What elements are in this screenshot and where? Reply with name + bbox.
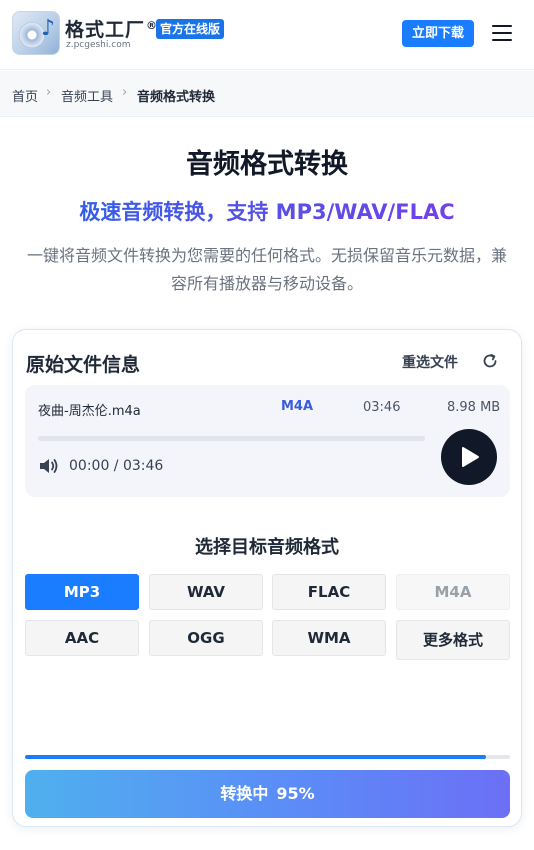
format-option-1[interactable]: WAV <box>149 574 263 610</box>
target-format-heading: 选择目标音频格式 <box>195 537 339 558</box>
seek-bar[interactable] <box>38 436 425 441</box>
refresh-icon[interactable] <box>481 352 499 370</box>
page-subtitle: 极速音频转换，支持 MP3/WAV/FLAC <box>0 196 534 226</box>
format-option-7[interactable]: 更多格式 <box>396 620 510 660</box>
format-option-2[interactable]: FLAC <box>272 574 386 610</box>
format-option-0[interactable]: MP3 <box>25 574 139 610</box>
brand-url: z.pcgeshi.com <box>66 40 131 50</box>
conversion-progress-bar <box>25 755 510 759</box>
chevron-right-icon: › <box>46 85 52 100</box>
official-badge: 官方在线版 <box>156 19 225 39</box>
brand-name[interactable]: 格式工厂® <box>65 15 158 42</box>
breadcrumb: 首页 › 音频工具 › 音频格式转换 <box>0 71 534 117</box>
converter-card: 原始文件信息 重选文件 夜曲-周杰伦.m4a M4A 03:46 8.98 MB… <box>12 329 522 827</box>
conversion-progress-fill <box>25 755 486 759</box>
breadcrumb-home[interactable]: 首页 <box>12 86 38 105</box>
format-option-5[interactable]: OGG <box>149 620 263 656</box>
reselect-file-button[interactable]: 重选文件 <box>402 352 458 372</box>
source-file-title: 原始文件信息 <box>26 354 141 376</box>
playback-time: 00:00 / 03:46 <box>69 458 164 474</box>
breadcrumb-audio-tools[interactable]: 音频工具 <box>61 86 113 105</box>
convert-button[interactable]: 转换中 95% <box>25 770 510 818</box>
speaker-icon[interactable] <box>38 457 60 475</box>
page-description: 一键将音频文件转换为您需要的任何格式。无损保留音乐元数据，兼容所有播放器与移动设… <box>26 246 507 293</box>
music-note-icon: ♪ <box>41 16 56 41</box>
file-name: 夜曲-周杰伦.m4a <box>38 404 141 419</box>
site-header: ♪ 格式工厂® z.pcgeshi.com 官方在线版 立即下载 <box>0 0 534 70</box>
play-icon <box>462 447 479 467</box>
breadcrumb-current: 音频格式转换 <box>137 90 216 105</box>
file-format-badge: M4A <box>281 399 314 414</box>
format-option-4[interactable]: AAC <box>25 620 139 656</box>
hamburger-menu-icon[interactable] <box>492 25 512 43</box>
format-option-6[interactable]: WMA <box>272 620 386 656</box>
format-factory-logo-icon[interactable]: ♪ <box>12 11 60 55</box>
download-button[interactable]: 立即下载 <box>402 20 474 47</box>
file-player: 夜曲-周杰伦.m4a M4A 03:46 8.98 MB 00:00 / 03:… <box>25 385 510 497</box>
convert-progress-label: 95% <box>276 784 315 803</box>
convert-status-label: 转换中 <box>220 784 269 803</box>
file-duration: 03:46 <box>363 400 401 415</box>
file-size: 8.98 MB <box>447 400 501 415</box>
format-option-3: M4A <box>396 574 510 610</box>
page-title: 音频格式转换 <box>186 149 348 180</box>
play-button[interactable] <box>441 429 497 485</box>
chevron-right-icon: › <box>122 85 128 100</box>
